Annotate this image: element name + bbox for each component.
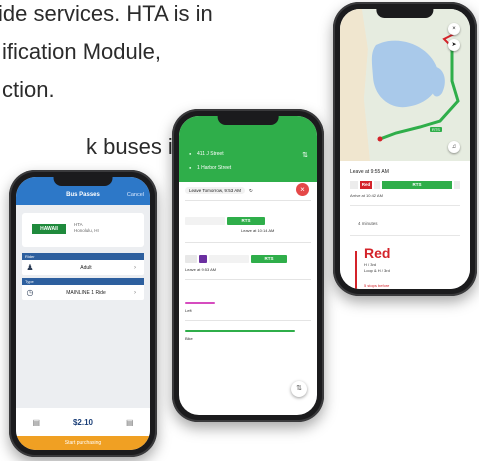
departure-time-selector[interactable]: Leave Tomorrow, 9:53 AM: [185, 187, 245, 194]
destination-input[interactable]: 1 Harbor Street: [189, 163, 295, 173]
chevron-right-icon: ›: [134, 289, 136, 296]
rider-section-header: Rider: [22, 253, 144, 260]
divider: [185, 200, 311, 201]
divider: [185, 279, 311, 280]
locate-icon[interactable]: ➤: [448, 39, 460, 51]
slide-text-line-2: ification Module,: [2, 39, 161, 64]
rider-section: Rider ♟ Adult ›: [22, 253, 144, 275]
filter-icon[interactable]: ⇅: [291, 381, 307, 397]
walk-option-label[interactable]: Left: [185, 308, 192, 313]
walk-segment: [454, 181, 460, 189]
arrive-time-label: Arrive at 10:42 AM: [350, 193, 383, 198]
total-price: $2.10: [72, 417, 93, 427]
transfer-segment: [199, 255, 207, 263]
route-line-indicator: [355, 251, 357, 289]
walk-bar: [185, 302, 215, 304]
phone-bus-passes: Bus Passes Cancel HAWAII HTA Honolulu, H…: [9, 170, 157, 457]
divider: [185, 320, 311, 321]
trip-planner-screen: 411 J Street 1 Harbor Street ⇅ Leave Tom…: [179, 116, 317, 415]
bus-passes-screen: Bus Passes Cancel HAWAII HTA Honolulu, H…: [16, 177, 150, 450]
stops-count-link[interactable]: 5 stops before: [364, 283, 389, 288]
swap-icon[interactable]: ⇅: [302, 151, 308, 159]
phone-trip-planner: 411 J Street 1 Harbor Street ⇅ Leave Tom…: [172, 109, 324, 422]
agency-logo: HAWAII: [32, 224, 66, 234]
clock-icon: ◷: [26, 288, 34, 297]
type-select-row[interactable]: ◷ MAINLINE 1 Ride ›: [22, 285, 144, 300]
phone-notch: [217, 116, 279, 125]
agency-location: Honolulu, HI: [74, 227, 99, 233]
map-route-label: RTS: [430, 127, 442, 132]
price-bar: ▤ $2.10 ▤: [16, 408, 150, 436]
stop-info: H / 3rd Loop & H / 3rd: [364, 262, 390, 273]
origin-input[interactable]: 411 J Street: [189, 149, 295, 159]
rider-select-row[interactable]: ♟ Adult ›: [22, 260, 144, 275]
phone-notch: [53, 177, 113, 186]
phone-trip-map: × ➤ ♫ RTS Leave at 9:55 AM Red RTS Arriv…: [333, 2, 477, 296]
walk-segment: [350, 181, 358, 189]
chevron-right-icon: ›: [134, 264, 136, 271]
red-line-badge: Red: [360, 181, 372, 189]
trip-map-screen: × ➤ ♫ RTS Leave at 9:55 AM Red RTS Arriv…: [340, 9, 470, 289]
walk-segment: [185, 255, 197, 263]
walk-duration: 4 minutes: [358, 221, 378, 226]
close-icon[interactable]: ×: [296, 183, 309, 196]
leave-time-label[interactable]: Leave at 9:55 AM: [350, 169, 389, 175]
route-badge: RTS: [251, 255, 287, 263]
trip-search-header: 411 J Street 1 Harbor Street ⇅: [179, 116, 317, 182]
wait-segment: [209, 255, 249, 263]
slide-text-line-3: ction.: [2, 77, 55, 102]
departure-time-row: Leave Tomorrow, 9:53 AM ↻: [185, 185, 311, 196]
card-icon[interactable]: ▤: [32, 418, 40, 427]
route-badge: RTS: [227, 217, 265, 225]
trip-option-1[interactable]: RTS: [185, 216, 311, 226]
start-purchasing-button[interactable]: Start purchasing: [16, 436, 150, 450]
wait-segment: [374, 181, 380, 189]
divider: [350, 235, 460, 236]
type-section-header: Type: [22, 278, 144, 285]
person-icon: ♟: [26, 263, 34, 272]
stop-subtitle: Loop & H / 3rd: [364, 267, 390, 273]
close-icon[interactable]: ×: [448, 23, 460, 35]
divider: [185, 242, 311, 243]
bike-bar: [185, 330, 295, 332]
type-section: Type ◷ MAINLINE 1 Ride ›: [22, 278, 144, 300]
trip-details-panel: Leave at 9:55 AM Red RTS Arrive at 10:42…: [340, 161, 470, 289]
phone-notch: [376, 9, 434, 18]
trip-option-2[interactable]: RTS: [185, 254, 311, 264]
trip-route-bar: Red RTS: [350, 181, 460, 189]
agency-info: HTA Honolulu, HI: [74, 222, 99, 234]
divider: [350, 205, 460, 206]
walk-segment: [185, 217, 225, 225]
leave-time-2: Leave at 9:53 AM: [185, 267, 217, 272]
type-value: MAINLINE 1 Ride: [66, 289, 106, 296]
leave-time-1: Leave at 10:14 AM: [241, 228, 275, 233]
agency-card[interactable]: HAWAII HTA Honolulu, HI: [22, 213, 144, 247]
cancel-button[interactable]: Cancel: [127, 192, 144, 198]
line-name: Red: [364, 245, 391, 261]
refresh-icon[interactable]: ↻: [249, 188, 253, 194]
rider-value: Adult: [80, 264, 92, 271]
bell-icon[interactable]: ♫: [448, 141, 460, 153]
cart-icon[interactable]: ▤: [126, 418, 134, 427]
route-map[interactable]: × ➤ ♫ RTS: [340, 9, 470, 161]
slide-text-line-4: k buses in: [86, 134, 186, 159]
slide-text-line-1: ide services. HTA is in: [0, 1, 213, 26]
rts-line-badge: RTS: [382, 181, 452, 189]
bike-option-label[interactable]: Bike: [185, 336, 193, 341]
